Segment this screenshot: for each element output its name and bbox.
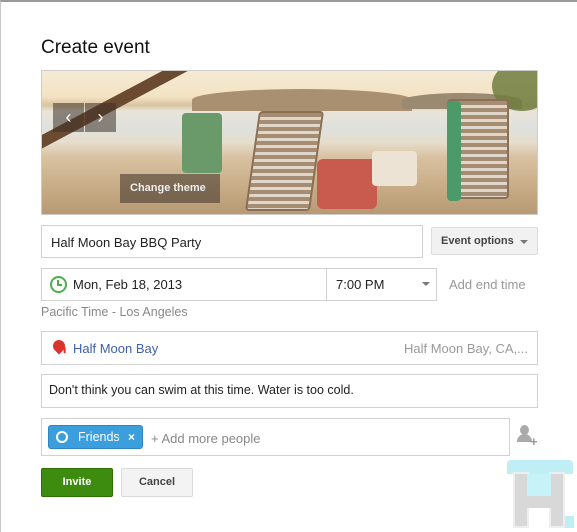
dropdown-caret-icon xyxy=(422,282,430,286)
watermark-part xyxy=(565,516,574,528)
description-input[interactable]: Don't think you can swim at this time. W… xyxy=(41,374,538,408)
plus-icon: + xyxy=(530,434,538,449)
watermark-part xyxy=(527,474,551,496)
event-name-input[interactable]: Half Moon Bay BBQ Party xyxy=(41,225,423,258)
dialog-title: Create event xyxy=(41,37,150,58)
add-more-people-placeholder: + Add more people xyxy=(151,431,261,446)
theme-banner-image xyxy=(41,70,538,215)
watermark-part xyxy=(549,472,565,528)
banner-towel xyxy=(182,113,222,173)
time-value: 7:00 PM xyxy=(336,277,385,292)
event-options-label: Event options xyxy=(441,235,514,247)
chevron-right-icon: › xyxy=(97,107,104,127)
watermark-logo xyxy=(505,460,575,530)
timezone-link[interactable]: Pacific Time - Los Angeles xyxy=(41,305,188,319)
location-value: Half Moon Bay xyxy=(73,341,159,356)
clock-icon xyxy=(50,276,67,293)
prev-theme-button[interactable]: ‹ xyxy=(53,103,84,132)
dropdown-caret-icon xyxy=(520,240,528,244)
banner-hill xyxy=(192,89,412,111)
banner-table-cloth xyxy=(317,159,377,209)
circle-icon xyxy=(56,431,68,443)
time-select[interactable]: 7:00 PM xyxy=(326,268,437,301)
date-value: Mon, Feb 18, 2013 xyxy=(73,277,183,292)
remove-chip-icon[interactable]: × xyxy=(128,426,135,448)
location-hint: Half Moon Bay, CA,... xyxy=(403,341,528,356)
banner-chair xyxy=(244,111,325,211)
add-end-time-link[interactable]: Add end time xyxy=(449,277,526,292)
cancel-button[interactable]: Cancel xyxy=(121,468,193,497)
invite-button[interactable]: Invite xyxy=(41,468,113,497)
change-theme-button[interactable]: Change theme xyxy=(120,174,220,203)
guest-chip-label: Friends xyxy=(78,430,120,444)
chevron-left-icon: ‹ xyxy=(65,107,72,127)
banner-scarf xyxy=(447,101,461,201)
map-pin-icon xyxy=(50,337,68,355)
guest-chip-friends[interactable]: Friends × xyxy=(48,425,143,449)
banner-towel xyxy=(372,151,417,186)
date-input[interactable]: Mon, Feb 18, 2013 xyxy=(41,268,327,301)
watermark-part xyxy=(527,496,551,508)
event-options-button[interactable]: Event options xyxy=(431,227,538,255)
add-person-button[interactable]: + xyxy=(517,424,539,449)
location-input[interactable]: Half Moon Bay Half Moon Bay, CA,... xyxy=(41,331,538,365)
guests-input[interactable]: Friends × + Add more people xyxy=(41,418,510,456)
next-theme-button[interactable]: › xyxy=(85,103,116,132)
